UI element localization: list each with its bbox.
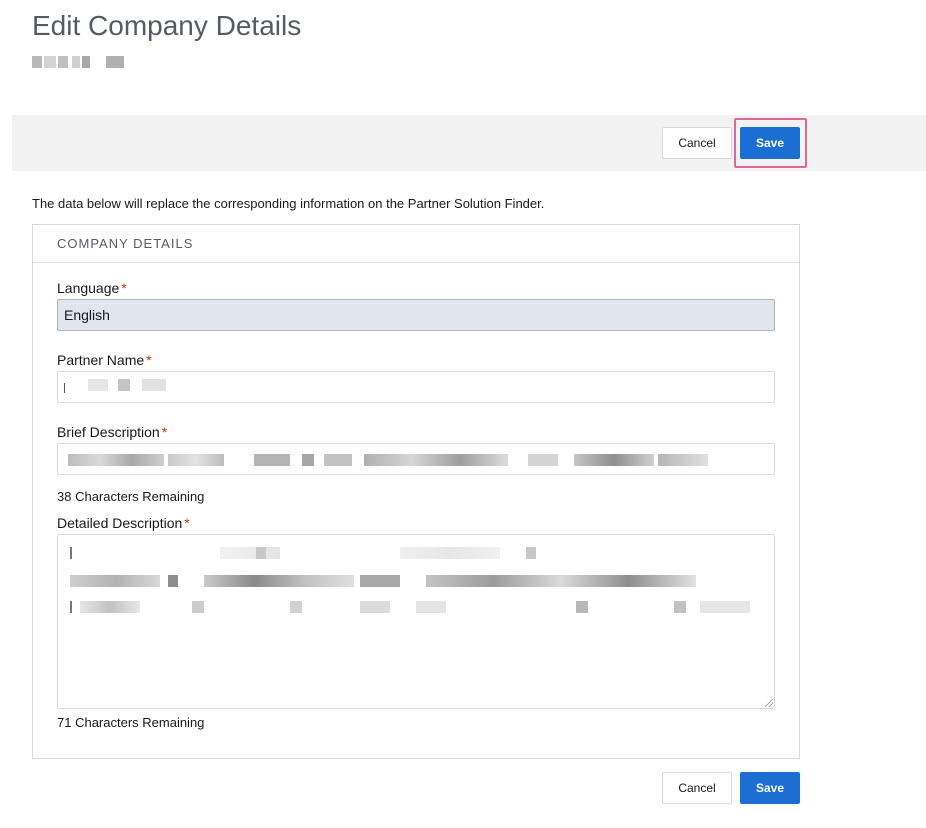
detailed-description-label: Detailed Description * — [57, 515, 190, 531]
save-highlight — [734, 118, 807, 168]
brief-description-remaining: 38 Characters Remaining — [57, 489, 205, 504]
language-select[interactable]: English — [57, 299, 775, 331]
intro-text: The data below will replace the correspo… — [32, 196, 545, 211]
partner-name-input[interactable] — [57, 371, 775, 403]
brief-description-label: Brief Description * — [57, 424, 168, 440]
partner-name-label: Partner Name * — [57, 352, 152, 368]
company-details-panel: COMPANY DETAILS Language * English Partne… — [32, 224, 800, 759]
page-title: Edit Company Details — [32, 10, 302, 41]
panel-heading: COMPANY DETAILS — [33, 225, 799, 263]
resize-handle-icon[interactable] — [765, 699, 773, 707]
redacted-subtitle — [32, 56, 132, 68]
brief-description-input[interactable] — [57, 443, 775, 475]
detailed-description-textarea[interactable] — [57, 534, 775, 709]
cancel-button[interactable]: Cancel — [662, 127, 732, 159]
language-label: Language * — [57, 280, 127, 296]
detailed-description-remaining: 71 Characters Remaining — [57, 715, 205, 730]
footer-cancel-button[interactable]: Cancel — [662, 772, 732, 804]
redacted-detail-line-1 — [70, 547, 690, 559]
footer-save-button[interactable]: Save — [740, 772, 800, 804]
